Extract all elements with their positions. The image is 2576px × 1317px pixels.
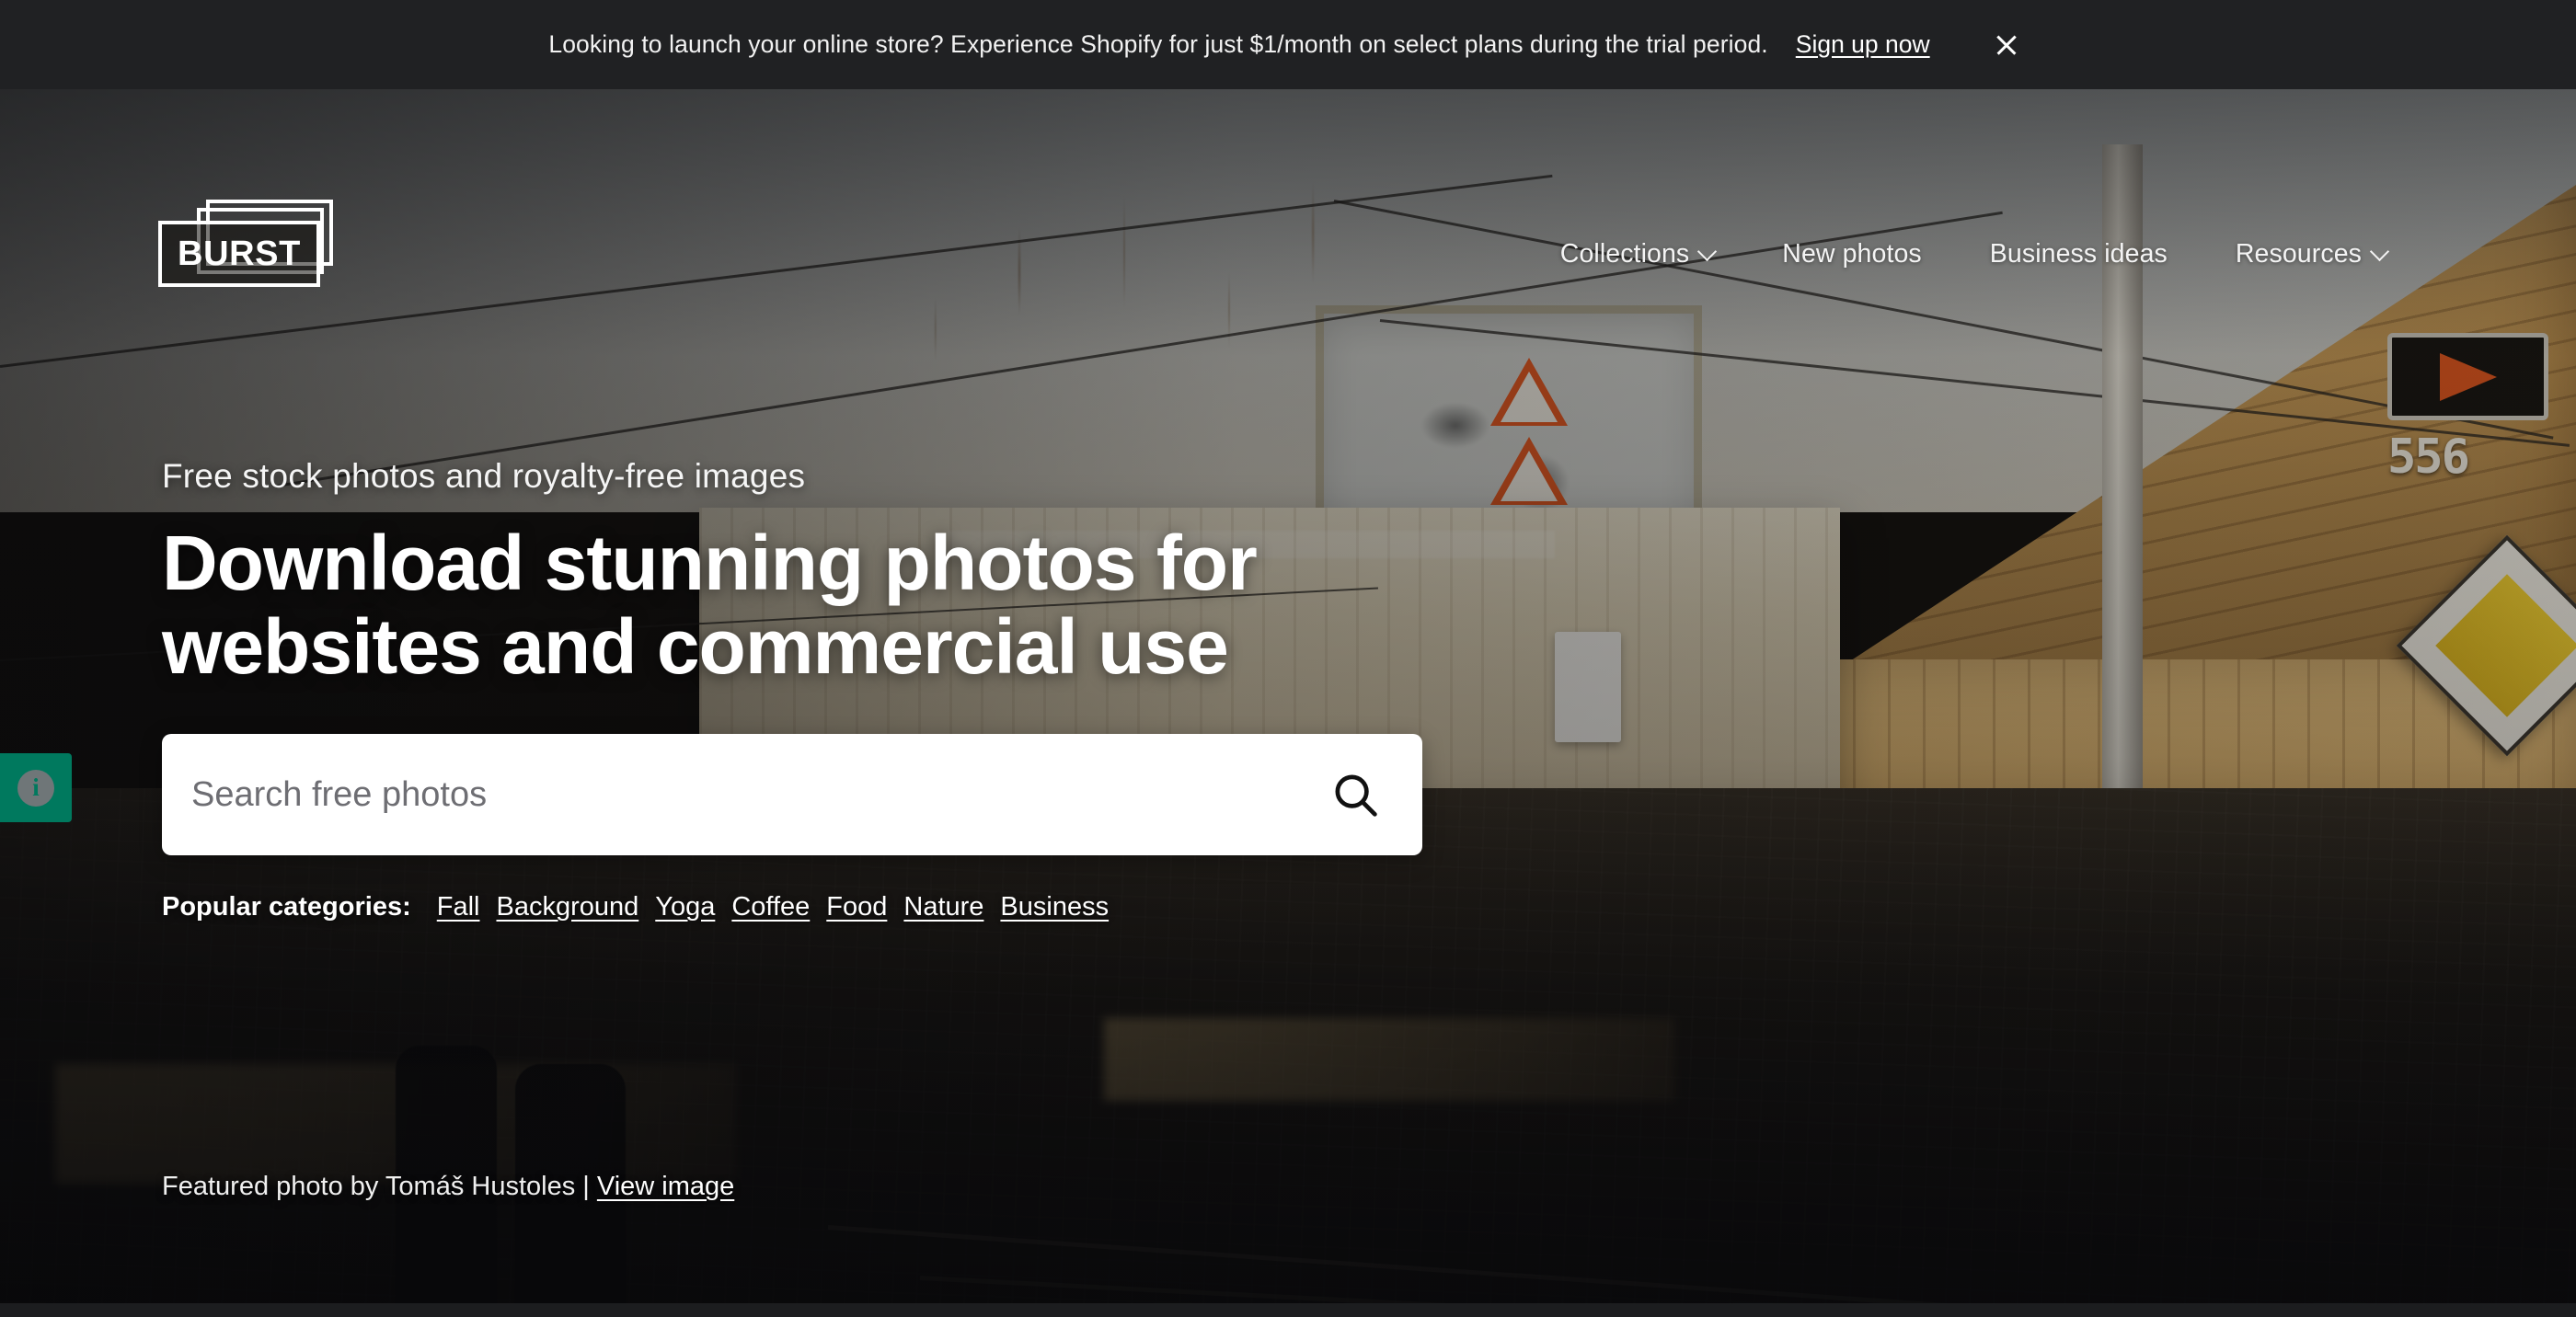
logo-frame-front: BURST xyxy=(158,221,320,287)
page-bottom-strip xyxy=(0,1303,2576,1317)
nav-item-business-ideas[interactable]: Business ideas xyxy=(1990,239,2168,269)
accessibility-tab[interactable]: i xyxy=(0,753,72,822)
info-icon: i xyxy=(17,770,54,807)
hero-section: 25 556 BURST xyxy=(0,89,2576,1303)
search-button[interactable] xyxy=(1327,766,1384,823)
category-link-yoga[interactable]: Yoga xyxy=(655,892,715,922)
nav-item-resources[interactable]: Resources xyxy=(2236,239,2386,269)
promo-banner-inner: Looking to launch your online store? Exp… xyxy=(548,24,2027,66)
category-link-background[interactable]: Background xyxy=(496,892,638,922)
category-link-business[interactable]: Business xyxy=(1000,892,1109,922)
search-icon xyxy=(1330,770,1380,819)
popular-categories: Popular categories: Fall Background Yoga… xyxy=(162,892,2002,922)
nav-label-new-photos: New photos xyxy=(1782,239,1922,269)
category-link-fall[interactable]: Fall xyxy=(437,892,480,922)
promo-signup-link[interactable]: Sign up now xyxy=(1796,30,1930,59)
main-navigation: Collections New photos Business ideas Re… xyxy=(1560,239,2386,269)
view-image-link[interactable]: View image xyxy=(597,1172,734,1201)
site-header: BURST Collections New photos Business id… xyxy=(0,89,2576,273)
nav-label-business-ideas: Business ideas xyxy=(1990,239,2168,269)
photo-credit: Featured photo by Tomáš Hustoles | View … xyxy=(162,1172,734,1202)
nav-item-collections[interactable]: Collections xyxy=(1560,239,1715,269)
chevron-down-icon xyxy=(1697,241,1717,260)
popular-categories-label: Popular categories: xyxy=(162,892,411,922)
search-bar[interactable] xyxy=(162,734,1422,855)
hero-eyebrow: Free stock photos and royalty-free image… xyxy=(162,457,2002,496)
promo-banner: Looking to launch your online store? Exp… xyxy=(0,0,2576,89)
burst-logo[interactable]: BURST xyxy=(158,200,333,290)
chevron-down-icon xyxy=(2370,241,2389,260)
close-icon[interactable] xyxy=(1985,24,2028,66)
nav-label-collections: Collections xyxy=(1560,239,1690,269)
nav-item-new-photos[interactable]: New photos xyxy=(1782,239,1922,269)
page-title: Download stunning photos for websites an… xyxy=(162,521,1524,688)
nav-label-resources: Resources xyxy=(2236,239,2362,269)
photo-credit-text: Featured photo by Tomáš Hustoles | xyxy=(162,1172,590,1201)
category-link-nature[interactable]: Nature xyxy=(903,892,983,922)
logo-text: BURST xyxy=(178,235,301,274)
hero-content: Free stock photos and royalty-free image… xyxy=(162,457,2002,922)
category-link-coffee[interactable]: Coffee xyxy=(731,892,810,922)
promo-message: Looking to launch your online store? Exp… xyxy=(548,30,1767,59)
category-link-food[interactable]: Food xyxy=(826,892,887,922)
search-input[interactable] xyxy=(191,775,1327,815)
